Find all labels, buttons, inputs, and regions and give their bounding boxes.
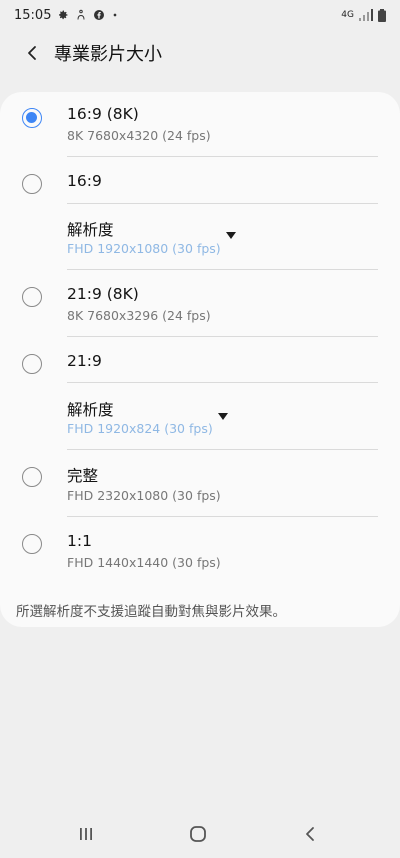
resolution-label: 解析度: [67, 221, 114, 239]
option-subtitle: 8K 7680x3296 (24 fps): [67, 308, 211, 323]
resolution-dropdown-21-9[interactable]: 解析度 FHD 1920x824 (30 fps): [0, 383, 400, 443]
option-16-9[interactable]: 16:9: [0, 157, 400, 204]
option-21-9[interactable]: 21:9: [0, 337, 400, 384]
signal-icon: [359, 9, 373, 21]
option-full[interactable]: 完整 FHD 2320x1080 (30 fps): [0, 450, 400, 516]
page-title: 專業影片大小: [54, 44, 162, 65]
resolution-value: FHD 1920x1080 (30 fps): [67, 241, 221, 256]
home-icon: [190, 826, 206, 842]
status-right: 4G: [341, 8, 386, 22]
option-title: 1:1: [67, 532, 92, 550]
option-title: 21:9 (8K): [67, 285, 139, 303]
resolution-dropdown-16-9[interactable]: 解析度 FHD 1920x1080 (30 fps): [0, 204, 400, 264]
facebook-icon: [94, 10, 105, 20]
option-1-1[interactable]: 1:1 FHD 1440x1440 (30 fps): [0, 517, 400, 583]
radio-button[interactable]: [22, 467, 42, 487]
radio-button[interactable]: [22, 354, 42, 374]
battery-icon: [378, 8, 386, 22]
dropdown-caret-icon: [226, 232, 236, 239]
navigation-bar: [0, 810, 400, 858]
resolution-value: FHD 1920x824 (30 fps): [67, 421, 213, 436]
option-title: 完整: [67, 467, 99, 485]
accessibility-icon: [77, 9, 85, 20]
option-21-9-8k[interactable]: 21:9 (8K) 8K 7680x3296 (24 fps): [0, 270, 400, 336]
radio-button[interactable]: [22, 174, 42, 194]
option-title: 16:9: [67, 172, 102, 190]
resolution-label: 解析度: [67, 401, 114, 419]
back-nav-button[interactable]: [290, 816, 330, 852]
radio-button[interactable]: [22, 287, 42, 307]
option-subtitle: FHD 1440x1440 (30 fps): [67, 555, 221, 570]
status-left: 15:05: [14, 8, 119, 23]
options-card: 16:9 (8K) 8K 7680x4320 (24 fps) 16:9 解析度…: [0, 92, 400, 627]
back-nav-icon: [306, 827, 314, 841]
back-button[interactable]: [12, 33, 52, 73]
option-subtitle: FHD 2320x1080 (30 fps): [67, 488, 221, 503]
recent-apps-icon: [80, 828, 92, 840]
app-bar: 專業影片大小: [0, 30, 400, 76]
footer-note: 所選解析度不支援追蹤自動對焦與影片效果。: [16, 604, 286, 620]
option-16-9-8k[interactable]: 16:9 (8K) 8K 7680x4320 (24 fps): [0, 92, 400, 156]
network-type: 4G: [341, 10, 354, 20]
recent-apps-button[interactable]: [66, 816, 106, 852]
home-button[interactable]: [178, 816, 218, 852]
dropdown-caret-icon: [218, 413, 228, 420]
radio-button[interactable]: [22, 534, 42, 554]
option-title: 21:9: [67, 352, 102, 370]
option-subtitle: 8K 7680x4320 (24 fps): [67, 128, 211, 143]
option-title: 16:9 (8K): [67, 105, 139, 123]
radio-button[interactable]: [22, 108, 42, 128]
notification-dot-icon: [114, 13, 117, 17]
settings-icon: [59, 10, 68, 20]
status-bar: 15:05 4G: [0, 0, 400, 30]
back-arrow-icon: [28, 46, 36, 60]
status-time: 15:05: [14, 7, 52, 23]
